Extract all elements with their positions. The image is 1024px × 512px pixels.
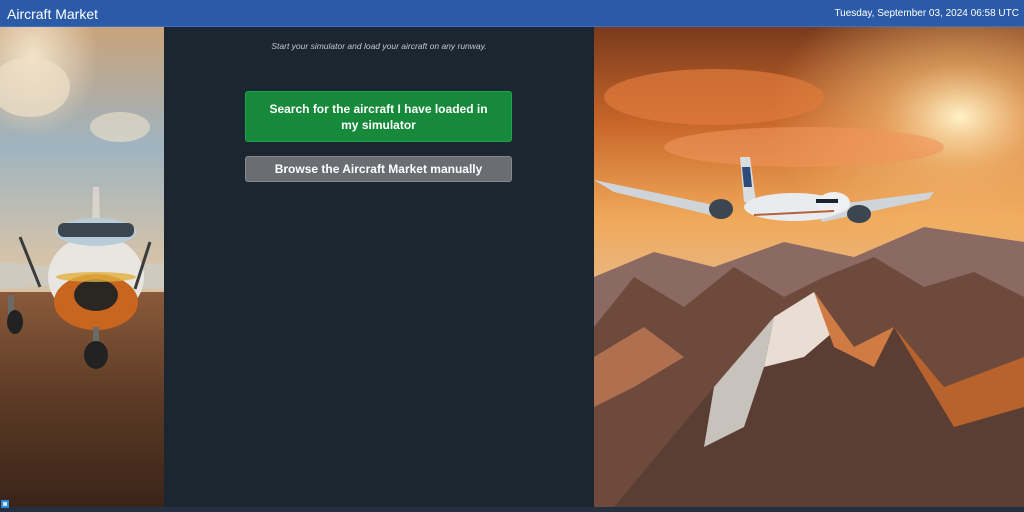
- instruction-text: Start your simulator and load your aircr…: [271, 41, 487, 51]
- browse-market-button[interactable]: Browse the Aircraft Market manually: [245, 156, 512, 182]
- left-aircraft-image: [0, 27, 164, 507]
- propeller-aircraft-illustration: [0, 27, 164, 507]
- main-content: Start your simulator and load your aircr…: [0, 27, 1024, 507]
- right-airliner-image: [594, 27, 1024, 507]
- app-title: Aircraft Market: [7, 6, 99, 22]
- search-loaded-aircraft-button[interactable]: Search for the aircraft I have loaded in…: [245, 91, 512, 142]
- status-strip: [0, 507, 1024, 512]
- title-bar: Aircraft Market Tuesday, September 03, 2…: [0, 0, 1024, 27]
- action-panel: Start your simulator and load your aircr…: [164, 27, 594, 507]
- app-corner-icon: [1, 500, 9, 508]
- datetime-display: Tuesday, September 03, 2024 06:58 UTC: [834, 8, 1019, 19]
- airliner-mountains-illustration: [594, 27, 1024, 507]
- app-window: Aircraft Market Tuesday, September 03, 2…: [0, 0, 1024, 512]
